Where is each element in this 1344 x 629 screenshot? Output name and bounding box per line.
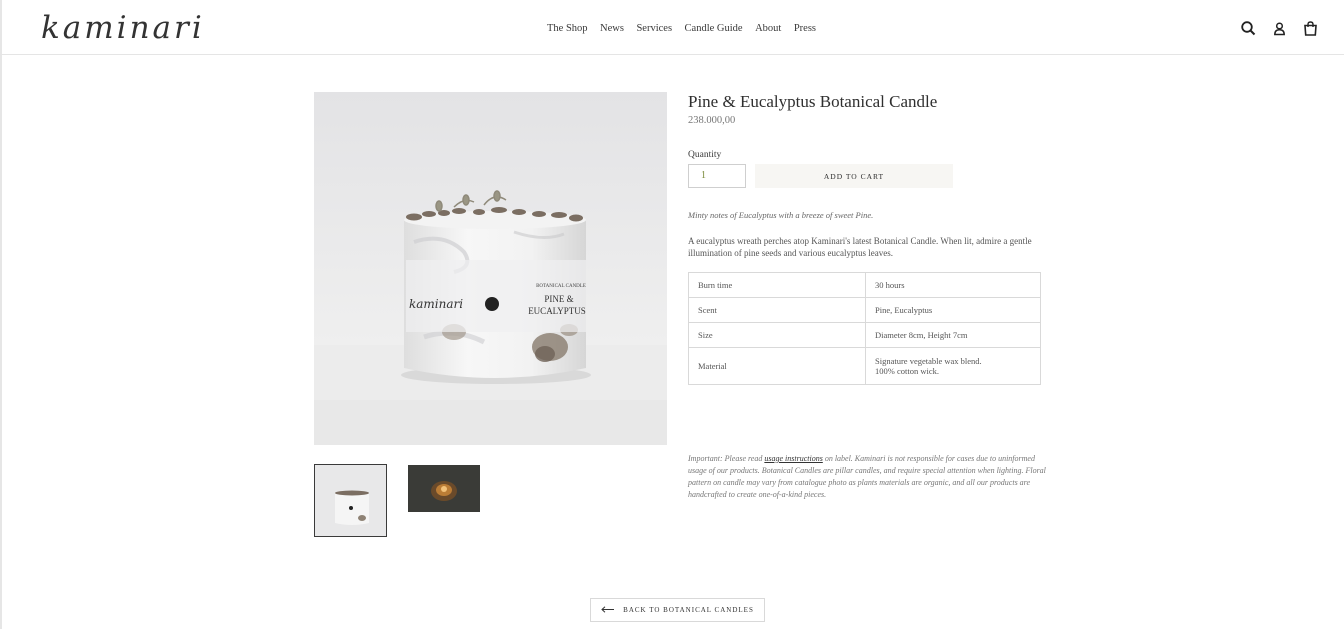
table-row: Material Signature vegetable wax blend. …	[688, 347, 1041, 385]
spec-value: Diameter 8cm, Height 7cm	[865, 322, 1041, 348]
thumbnail-2[interactable]	[408, 465, 480, 512]
arrow-left-icon	[601, 605, 615, 615]
spec-key: Material	[688, 347, 866, 385]
spec-value-line2: 100% cotton wick.	[875, 366, 939, 376]
thumbnail-lit-candle-image	[408, 465, 480, 512]
nav-the-shop[interactable]: The Shop	[547, 23, 588, 34]
table-row: Scent Pine, Eucalyptus	[688, 297, 1041, 323]
nav-news[interactable]: News	[600, 23, 624, 34]
table-row: Burn time 30 hours	[688, 272, 1041, 298]
product-price: 238.000,00	[688, 115, 736, 126]
thumbnail-candle-image	[315, 465, 386, 536]
spec-value: Pine, Eucalyptus	[865, 297, 1041, 323]
product-tagline: Minty notes of Eucalyptus with a breeze …	[688, 210, 874, 220]
cart-icon[interactable]	[1302, 20, 1319, 37]
candle-photo: kaminari BOTANICAL CANDLE PINE & EUCALYP…	[314, 92, 667, 445]
nav-about[interactable]: About	[755, 23, 781, 34]
label-brand: kaminari	[409, 297, 463, 311]
nav-press[interactable]: Press	[794, 23, 816, 34]
spec-value-multiline: Signature vegetable wax blend. 100% cott…	[865, 347, 1041, 385]
spec-value: 30 hours	[865, 272, 1041, 298]
quantity-label: Quantity	[688, 150, 722, 160]
label-line2: PINE &	[544, 294, 573, 304]
page-edge-rule	[0, 0, 2, 629]
site-logo[interactable]: kaminari	[41, 10, 205, 46]
back-to-collection-button[interactable]: BACK TO BOTANICAL CANDLES	[590, 598, 765, 622]
nav-candle-guide[interactable]: Candle Guide	[685, 23, 743, 34]
usage-notice: Important: Please read usage instruction…	[688, 453, 1048, 501]
add-to-cart-button[interactable]: ADD TO CART	[755, 164, 953, 188]
account-icon[interactable]	[1271, 20, 1288, 37]
main-nav: The Shop News Services Candle Guide Abou…	[547, 23, 829, 34]
quantity-input[interactable]: 1	[688, 164, 746, 188]
notice-text-before: Important: Please read	[688, 454, 765, 463]
nav-services[interactable]: Services	[636, 23, 672, 34]
specs-table: Burn time 30 hours Scent Pine, Eucalyptu…	[688, 272, 1041, 385]
spec-key: Size	[688, 322, 866, 348]
usage-instructions-link[interactable]: usage instructions	[764, 454, 822, 463]
search-icon[interactable]	[1240, 20, 1257, 37]
spec-key: Burn time	[688, 272, 866, 298]
product-description: A eucalyptus wreath perches atop Kaminar…	[688, 236, 1032, 258]
product-title: Pine & Eucalyptus Botanical Candle	[688, 92, 938, 111]
spec-key: Scent	[688, 297, 866, 323]
site-header: kaminari The Shop News Services Candle G…	[0, 0, 1344, 55]
label-line3: EUCALYPTUS	[528, 306, 586, 316]
spec-value-line1: Signature vegetable wax blend.	[875, 356, 982, 366]
product-main-image[interactable]: kaminari BOTANICAL CANDLE PINE & EUCALYP…	[314, 92, 667, 445]
thumbnail-1[interactable]	[314, 464, 387, 537]
table-row: Size Diameter 8cm, Height 7cm	[688, 322, 1041, 348]
label-line1: BOTANICAL CANDLE	[536, 284, 586, 289]
back-button-label: BACK TO BOTANICAL CANDLES	[623, 606, 754, 614]
